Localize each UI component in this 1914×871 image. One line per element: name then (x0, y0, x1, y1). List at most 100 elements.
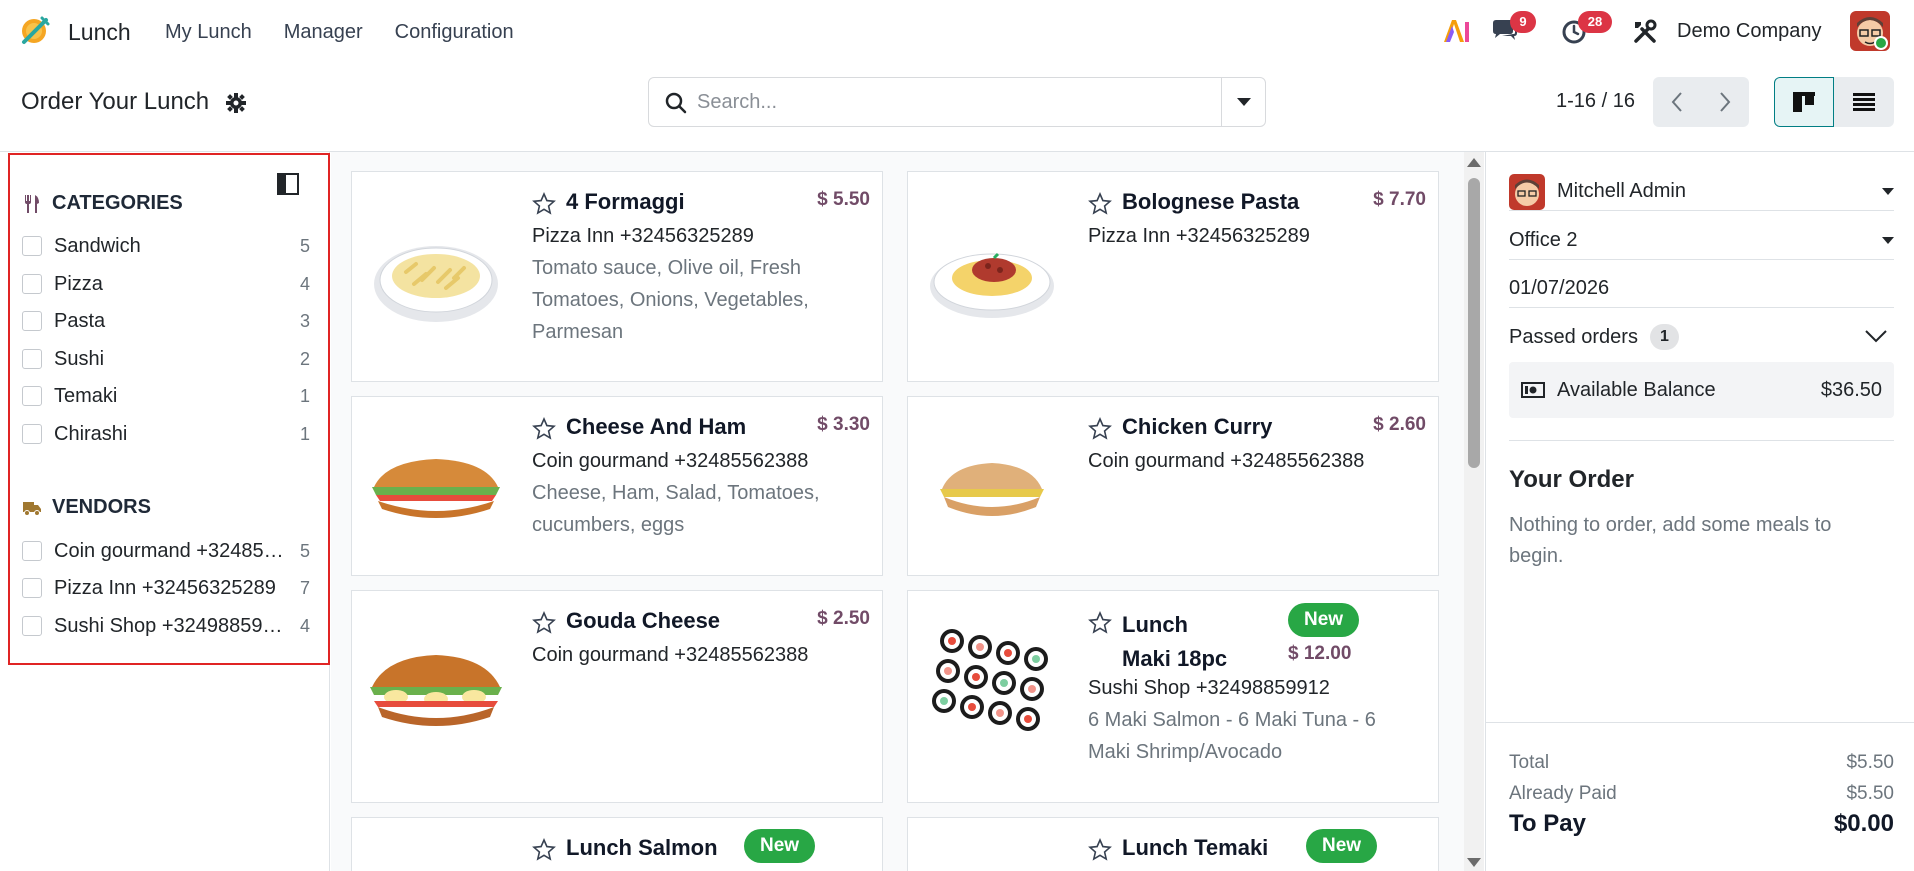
product-card-bolognese-pasta[interactable]: Bolognese Pasta $ 7.70 Pizza Inn +324563… (907, 171, 1439, 382)
scrollbar-thumb[interactable] (1468, 178, 1480, 468)
product-card-lunch-salmon[interactable]: Lunch Salmon New (351, 817, 883, 871)
menu-manager[interactable]: Manager (284, 21, 363, 44)
tools-icon[interactable] (1632, 19, 1658, 45)
product-title: Chicken Curry (1122, 414, 1273, 439)
pager-value[interactable]: 1-16 / 16 (1556, 90, 1635, 113)
location-select[interactable]: Office 2 (1509, 222, 1894, 260)
categories-title: CATEGORIES (52, 192, 183, 214)
vendor-filter-sushi-shop[interactable]: Sushi Shop +32498859912 4 (22, 612, 310, 640)
filter-label: Sandwich (54, 234, 141, 257)
star-icon[interactable] (532, 417, 556, 441)
product-card-lunch-maki-18pc[interactable]: Lunch Maki 18pc New $ 12.00 Sushi Shop +… (907, 590, 1439, 803)
product-title: Bolognese Pasta (1122, 189, 1300, 214)
gear-icon[interactable] (225, 92, 247, 114)
product-card-gouda-cheese[interactable]: Gouda Cheese $ 2.50 Coin gourmand +32485… (351, 590, 883, 803)
list-icon (1853, 93, 1875, 111)
lunch-app-icon[interactable] (18, 14, 52, 48)
star-icon[interactable] (1088, 192, 1112, 216)
checkbox[interactable] (22, 386, 42, 406)
chevron-down-icon (1865, 330, 1887, 343)
scroll-down-arrow-icon[interactable] (1467, 858, 1481, 867)
product-card-lunch-temaki[interactable]: Lunch Temaki New (907, 817, 1439, 871)
main-menu: My Lunch Manager Configuration (165, 21, 546, 44)
product-title: 4 Formaggi (566, 189, 685, 214)
available-balance: Available Balance $36.50 (1509, 362, 1894, 418)
company-switcher[interactable]: Demo Company (1677, 20, 1822, 43)
menu-configuration[interactable]: Configuration (395, 21, 514, 44)
curry-sandwich-image (940, 463, 1044, 516)
your-order-title: Your Order (1509, 466, 1634, 493)
user-select[interactable]: Mitchell Admin (1509, 173, 1894, 211)
list-view-button[interactable] (1834, 77, 1894, 127)
filter-count: 3 (299, 310, 310, 331)
search-input[interactable] (697, 86, 1197, 118)
product-price: $ 2.50 (817, 608, 870, 629)
filter-label: Chirashi (54, 422, 128, 445)
checkbox[interactable] (22, 424, 42, 444)
star-icon[interactable] (532, 611, 556, 635)
menu-my-lunch[interactable]: My Lunch (165, 21, 252, 44)
new-badge: New (1306, 829, 1378, 863)
vendor-filter-coin-gourmand[interactable]: Coin gourmand +32485562388 5 (22, 537, 310, 565)
category-filter-temaki[interactable]: Temaki 1 (22, 382, 310, 410)
chevron-right-icon (1720, 92, 1731, 112)
checkbox[interactable] (22, 311, 42, 331)
category-filter-chirashi[interactable]: Chirashi 1 (22, 420, 310, 448)
topay-value: $0.00 (1833, 810, 1894, 837)
category-filter-pizza[interactable]: Pizza 4 (22, 270, 310, 298)
checkbox[interactable] (22, 274, 42, 294)
product-card-cheese-and-ham[interactable]: Cheese And Ham $ 3.30 Coin gourmand +324… (351, 396, 883, 576)
pager-next-button[interactable] (1701, 77, 1749, 127)
passed-orders-count: 1 (1649, 324, 1679, 350)
star-icon[interactable] (532, 192, 556, 216)
scroll-up-arrow-icon[interactable] (1467, 158, 1481, 167)
filter-count: 1 (299, 423, 310, 444)
cutlery-icon (25, 194, 39, 213)
category-filter-sushi[interactable]: Sushi 2 (22, 345, 310, 373)
product-price: $ 5.50 (817, 189, 870, 210)
search-bar (648, 77, 1266, 127)
checkbox[interactable] (22, 349, 42, 369)
filter-label: Temaki (54, 384, 118, 407)
total-value: $5.50 (1846, 752, 1894, 773)
category-filter-sandwich[interactable]: Sandwich 5 (22, 232, 310, 260)
vendors-title: VENDORS (52, 496, 151, 518)
categories-header: CATEGORIES (22, 192, 183, 215)
filter-label: Pizza Inn +32456325289 (54, 576, 276, 599)
product-vendor: Coin gourmand +32485562388 (1088, 450, 1365, 472)
pager-previous-button[interactable] (1653, 77, 1701, 127)
kanban-view-button[interactable] (1774, 77, 1834, 127)
checkbox[interactable] (22, 616, 42, 636)
star-icon[interactable] (1088, 611, 1112, 635)
star-icon[interactable] (1088, 417, 1112, 441)
filter-count: 7 (299, 577, 310, 598)
vendor-filter-pizza-inn[interactable]: Pizza Inn +32456325289 7 (22, 574, 310, 602)
product-vendor: Pizza Inn +32456325289 (532, 225, 754, 247)
passed-orders-toggle[interactable]: Passed orders 1 (1509, 320, 1894, 354)
ai-icon[interactable] (1442, 18, 1470, 44)
activity-badge: 28 (1578, 11, 1612, 33)
product-price: $ 7.70 (1373, 189, 1426, 210)
star-icon[interactable] (1088, 838, 1112, 862)
collapse-panel-icon[interactable] (277, 173, 299, 195)
page-title: Order Your Lunch (21, 88, 210, 115)
location-value: Office 2 (1509, 229, 1578, 251)
kanban-icon (1793, 92, 1815, 112)
product-card-chicken-curry[interactable]: Chicken Curry $ 2.60 Coin gourmand +3248… (907, 396, 1439, 576)
new-badge: New (1288, 603, 1360, 637)
search-options-toggle[interactable] (1221, 78, 1265, 126)
caret-down-icon (1882, 237, 1894, 244)
app-name[interactable]: Lunch (68, 19, 131, 46)
checkbox[interactable] (22, 541, 42, 561)
to-pay-row: To Pay $0.00 (1509, 810, 1894, 838)
product-vendor: Pizza Inn +32456325289 (1088, 225, 1310, 247)
star-icon[interactable] (532, 838, 556, 862)
product-description: Cheese, Ham, Salad, Tomatoes, cucumbers,… (532, 482, 820, 536)
product-card-4-formaggi[interactable]: 4 Formaggi $ 5.50 Pizza Inn +32456325289… (351, 171, 883, 382)
product-description: 6 Maki Salmon - 6 Maki Tuna - 6 Maki Shr… (1088, 709, 1376, 763)
date-field[interactable]: 01/07/2026 (1509, 270, 1894, 308)
checkbox[interactable] (22, 578, 42, 598)
money-icon (1521, 382, 1545, 398)
checkbox[interactable] (22, 236, 42, 256)
category-filter-pasta[interactable]: Pasta 3 (22, 307, 310, 335)
